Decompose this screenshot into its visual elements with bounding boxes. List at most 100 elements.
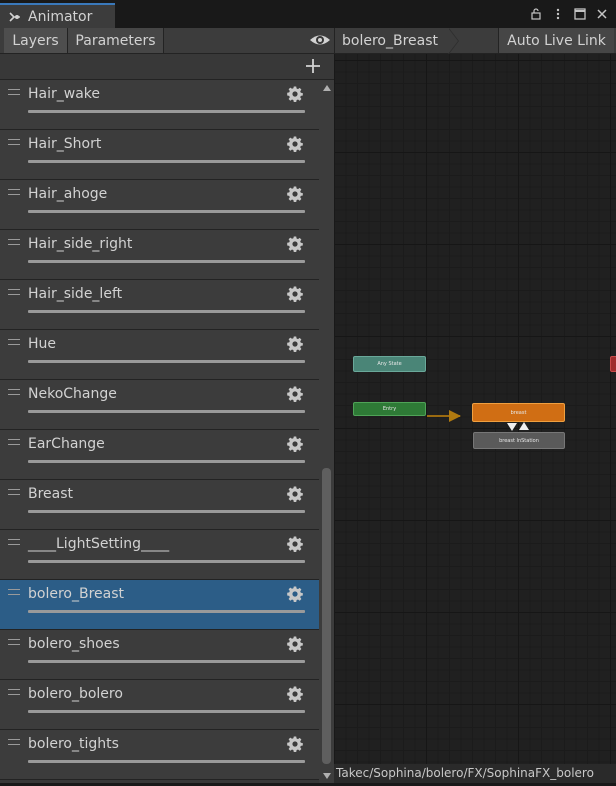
gear-icon[interactable] [287,186,303,203]
layer-row[interactable]: ____LightSetting____ [0,530,319,580]
layer-weight-slider[interactable] [28,410,305,413]
drag-handle-icon[interactable] [8,389,20,395]
gear-icon[interactable] [287,136,303,153]
layer-weight-slider[interactable] [28,360,305,363]
lock-icon[interactable] [528,6,544,22]
layer-name: bolero_Breast [28,586,124,602]
layer-name: bolero_shoes [28,636,120,652]
layer-weight-slider[interactable] [28,610,305,613]
more-options-icon[interactable] [550,6,566,22]
drag-handle-icon[interactable] [8,439,20,445]
add-layer-row [0,54,334,80]
layers-toolbar: Layers Parameters [0,28,334,54]
gear-icon[interactable] [287,586,303,603]
tab-parameters[interactable]: Parameters [68,28,164,53]
drag-handle-icon[interactable] [8,239,20,245]
layer-weight-slider[interactable] [28,510,305,513]
scrollbar-thumb[interactable] [322,468,331,764]
scroll-down-icon[interactable] [323,773,331,779]
layer-row[interactable]: Hair_side_left [0,280,319,330]
gear-icon[interactable] [287,286,303,303]
layer-name: Hair_ahoge [28,186,108,202]
layer-weight-slider[interactable] [28,760,305,763]
layer-name: Hair_side_left [28,286,123,302]
layer-weight-slider[interactable] [28,110,305,113]
window-controls [528,6,610,22]
transition-down-arrow-icon[interactable] [507,423,517,431]
drag-handle-icon[interactable] [8,289,20,295]
add-layer-icon[interactable] [303,56,323,76]
layer-row[interactable]: bolero_Breast [0,580,319,630]
layer-name: Hair_wake [28,86,101,102]
transition-up-arrow-icon[interactable] [519,422,529,430]
layer-row[interactable]: Breast [0,480,319,530]
layer-row[interactable]: Hair_wake [0,80,319,130]
gear-icon[interactable] [287,236,303,253]
layer-name: Hair_Short [28,136,102,152]
breast-instation-node[interactable]: breast InStation [473,432,565,449]
layers-scrollbar[interactable] [319,80,334,786]
layer-weight-slider[interactable] [28,710,305,713]
layer-name: NekoChange [28,386,117,402]
layer-weight-slider[interactable] [28,460,305,463]
breadcrumb[interactable]: bolero_Breast [335,28,456,53]
drag-handle-icon[interactable] [8,489,20,495]
layer-row[interactable]: bolero_bolero [0,680,319,730]
transition-arrow-icon [449,410,461,422]
window-tab-bar: Animator [0,0,616,28]
gear-icon[interactable] [287,386,303,403]
eye-icon[interactable] [309,32,331,48]
drag-handle-icon[interactable] [8,189,20,195]
gear-icon[interactable] [287,736,303,753]
layer-weight-slider[interactable] [28,260,305,263]
animator-icon [9,11,20,22]
layer-name: bolero_bolero [28,686,123,702]
layers-panel: Layers Parameters Hair_wake Hair_Short Hai… [0,28,334,786]
layer-name: ____LightSetting____ [28,536,170,552]
layers-list: Hair_wake Hair_Short Hair_ahoge Hair_side_r… [0,80,319,780]
gear-icon[interactable] [287,536,303,553]
layer-row[interactable]: Hair_side_right [0,230,319,280]
maximize-icon[interactable] [572,6,588,22]
gear-icon[interactable] [287,436,303,453]
layer-row[interactable]: Hair_Short [0,130,319,180]
layer-weight-slider[interactable] [28,660,305,663]
layer-weight-slider[interactable] [28,160,305,163]
layer-row[interactable]: EarChange [0,430,319,480]
any-state-node[interactable]: Any State [353,356,426,372]
layer-row[interactable]: bolero_shoes [0,630,319,680]
layer-row[interactable]: bolero_tights [0,730,319,780]
drag-handle-icon[interactable] [8,539,20,545]
drag-handle-icon[interactable] [8,339,20,345]
layer-weight-slider[interactable] [28,310,305,313]
auto-live-link-button[interactable]: Auto Live Link [498,28,614,53]
layer-weight-slider[interactable] [28,560,305,563]
drag-handle-icon[interactable] [8,139,20,145]
gear-icon[interactable] [287,86,303,103]
gear-icon[interactable] [287,636,303,653]
tab-layers[interactable]: Layers [4,28,68,53]
drag-handle-icon[interactable] [8,639,20,645]
tab-title: Animator [28,8,93,25]
drag-handle-icon[interactable] [8,89,20,95]
scroll-up-icon[interactable] [323,85,331,91]
asset-path: Takec/Sophina/bolero/FX/SophinaFX_bolero [334,764,616,783]
breadcrumb-arrow-fill [448,28,458,54]
gear-icon[interactable] [287,336,303,353]
layer-name: EarChange [28,436,105,452]
layer-weight-slider[interactable] [28,210,305,213]
breast-state-node[interactable]: breast [472,403,565,422]
drag-handle-icon[interactable] [8,689,20,695]
exit-node[interactable] [610,356,616,372]
drag-handle-icon[interactable] [8,739,20,745]
entry-node[interactable]: Entry [353,402,426,416]
animator-tab[interactable]: Animator [0,3,115,28]
gear-icon[interactable] [287,486,303,503]
gear-icon[interactable] [287,686,303,703]
state-machine-graph[interactable]: Any State Entry breast breast InStation [335,54,616,766]
layer-row[interactable]: Hair_ahoge [0,180,319,230]
close-icon[interactable] [594,6,610,22]
layer-row[interactable]: Hue [0,330,319,380]
layer-row[interactable]: NekoChange [0,380,319,430]
drag-handle-icon[interactable] [8,589,20,595]
